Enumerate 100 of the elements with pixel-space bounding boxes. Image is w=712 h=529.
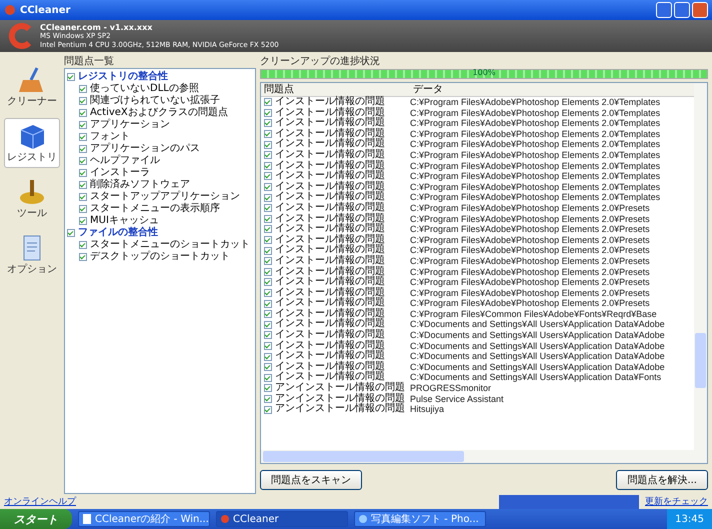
checkbox[interactable]: [264, 394, 272, 403]
checkbox[interactable]: [264, 204, 272, 212]
checkbox[interactable]: [264, 151, 272, 160]
checkbox[interactable]: [79, 97, 87, 105]
tool-icon: [17, 178, 47, 206]
checkbox[interactable]: [79, 217, 87, 225]
sidebar-item[interactable]: ツール: [4, 174, 60, 224]
tree-item-label[interactable]: 関連づけられていない拡張子: [90, 95, 220, 107]
checkbox[interactable]: [264, 320, 272, 329]
column-header[interactable]: データ: [410, 83, 694, 96]
checkbox[interactable]: [264, 374, 272, 382]
checkbox[interactable]: [79, 253, 87, 261]
checkbox[interactable]: [79, 157, 87, 165]
tree-item-label[interactable]: インストーラ: [90, 167, 150, 179]
tree-item-label[interactable]: スタートアップアプリケーション: [90, 191, 240, 203]
checkbox[interactable]: [264, 140, 272, 149]
taskbar-button[interactable]: 写真編集ソフト - Pho...: [354, 511, 486, 527]
column-header[interactable]: 問題点: [261, 83, 410, 96]
checkbox[interactable]: [264, 108, 272, 117]
checkbox[interactable]: [264, 236, 272, 244]
table-cell-text: アンインストール情報の問題: [275, 383, 405, 394]
tree-item-label[interactable]: アプリケーション: [90, 119, 170, 131]
checkbox[interactable]: [264, 172, 272, 180]
checkbox[interactable]: [67, 229, 75, 237]
tree-item-label[interactable]: スタートメニューのショートカット: [90, 239, 250, 251]
checkbox[interactable]: [79, 121, 87, 129]
taskbar-button[interactable]: CCleanerの紹介 - Win...: [78, 511, 210, 527]
help-link[interactable]: オンラインヘルプ: [4, 495, 76, 508]
sidebar-item[interactable]: オプション: [4, 230, 60, 280]
table-cell: C:¥Program Files¥Common Files¥Adobe¥Fonts¥Reqrd¥Base: [410, 308, 657, 319]
tree-item-label[interactable]: フォント: [90, 131, 130, 143]
action-button[interactable]: 問題点を解決...: [616, 470, 708, 490]
checkbox[interactable]: [264, 363, 272, 372]
tree-item-label[interactable]: 削除済みソフトウェア: [90, 179, 190, 191]
vertical-scrollbar[interactable]: [694, 83, 707, 450]
horizontal-scrollbar[interactable]: [261, 450, 707, 463]
table-cell-text: インストール情報の問題: [275, 97, 385, 107]
checkbox[interactable]: [264, 310, 272, 318]
checkbox[interactable]: [79, 193, 87, 201]
checkbox[interactable]: [264, 194, 272, 202]
checkbox[interactable]: [264, 288, 272, 297]
progress-reading: 100%: [472, 68, 496, 78]
checkbox[interactable]: [79, 169, 87, 177]
table-cell: C:¥Program Files¥Adobe¥Photoshop Elements 2.0¥Templates: [410, 139, 660, 150]
table-cell-text: インストール情報の問題: [275, 160, 385, 171]
tree-group-label[interactable]: ファイルの整合性: [78, 227, 158, 239]
tree-item-label[interactable]: 使っていないDLLの参照: [90, 83, 199, 95]
checkbox[interactable]: [264, 406, 272, 414]
checkbox[interactable]: [264, 278, 272, 286]
minimize-button[interactable]: [656, 2, 672, 18]
table-cell-text: インストール情報の問題: [275, 266, 385, 276]
table-cell-text: インストール情報の問題: [275, 118, 385, 128]
checkbox[interactable]: [264, 98, 272, 106]
tree-item-label[interactable]: アプリケーションのパス: [90, 143, 200, 155]
checkbox[interactable]: [79, 85, 87, 93]
checkbox[interactable]: [264, 246, 272, 255]
taskbar-button[interactable]: CCleaner: [216, 511, 348, 527]
close-button[interactable]: [692, 2, 708, 18]
table-cell-text: インストール情報の問題: [275, 372, 385, 382]
tree-item-label[interactable]: スタートメニューの表示順序: [90, 203, 220, 215]
checkbox[interactable]: [264, 342, 272, 350]
checkbox[interactable]: [79, 145, 87, 153]
checkbox[interactable]: [264, 268, 272, 276]
tree-item-label[interactable]: ActiveXおよびクラスの問題点: [90, 107, 228, 119]
start-button[interactable]: スタート: [0, 509, 72, 529]
checkbox[interactable]: [264, 130, 272, 138]
checkbox[interactable]: [264, 225, 272, 234]
checkbox[interactable]: [264, 384, 272, 392]
tree-item-label[interactable]: MUIキャッシュ: [90, 215, 159, 227]
checkbox[interactable]: [264, 183, 272, 192]
progress-label: クリーンアップの進捗状況: [260, 56, 381, 68]
tree-item-label[interactable]: ヘルプファイル: [90, 155, 160, 167]
tree-group-label[interactable]: レジストリの整合性: [78, 71, 168, 83]
checkbox[interactable]: [79, 109, 87, 117]
update-link[interactable]: 更新をチェック: [645, 495, 708, 508]
sidebar-item[interactable]: クリーナー: [4, 62, 60, 112]
maximize-button[interactable]: [674, 2, 690, 18]
checkbox[interactable]: [264, 257, 272, 266]
checkbox[interactable]: [264, 214, 272, 223]
checkbox[interactable]: [264, 352, 272, 361]
sidebar-item[interactable]: レジストリ: [4, 118, 60, 168]
table-cell-text: インストール情報の問題: [275, 319, 385, 330]
checkbox[interactable]: [79, 133, 87, 141]
table-cell: C:¥Program Files¥Adobe¥Photoshop Elements 2.0¥Presets: [410, 224, 650, 234]
checkbox[interactable]: [264, 331, 272, 340]
document-icon: [82, 514, 92, 524]
table-cell: PROGRESSmonitor: [410, 383, 492, 394]
checkbox[interactable]: [79, 181, 87, 189]
tree-item-label[interactable]: デスクトップのショートカット: [90, 251, 230, 263]
action-button[interactable]: 問題点をスキャン: [260, 470, 362, 490]
checkbox[interactable]: [79, 241, 87, 249]
checkbox[interactable]: [79, 205, 87, 213]
checkbox[interactable]: [264, 119, 272, 128]
table-cell: C:¥Documents and Settings¥All Users¥Application Data¥Fonts: [410, 372, 662, 382]
table-cell: C:¥Program Files¥Adobe¥Photoshop Elements 2.0¥Templates: [410, 192, 660, 202]
language-bar[interactable]: [499, 494, 639, 508]
table-cell: C:¥Program Files¥Adobe¥Photoshop Elements 2.0¥Templates: [410, 97, 660, 107]
checkbox[interactable]: [264, 300, 272, 308]
checkbox[interactable]: [67, 73, 75, 81]
checkbox[interactable]: [264, 162, 272, 170]
